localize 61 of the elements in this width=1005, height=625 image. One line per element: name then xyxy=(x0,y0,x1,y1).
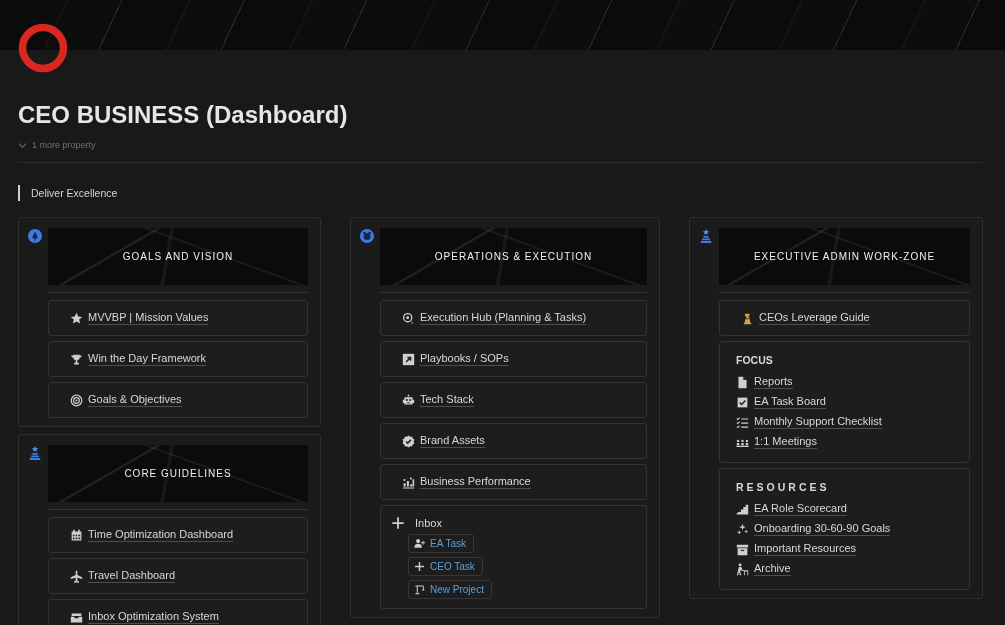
page-link[interactable]: EA Task Board xyxy=(754,395,826,409)
page-link[interactable]: MVVBP | Mission Values xyxy=(88,311,209,325)
page-link[interactable]: Important Resources xyxy=(754,542,857,556)
list-heading: RESOURCES xyxy=(736,481,831,494)
checkbox-icon xyxy=(736,395,749,409)
tree-emblem-icon xyxy=(28,229,42,243)
sparkles-icon xyxy=(736,522,749,536)
page-link[interactable]: CEOs Leverage Guide xyxy=(759,311,870,325)
new-item-button[interactable]: EA Task xyxy=(408,534,474,553)
page-link[interactable]: Playbooks / SOPs xyxy=(420,352,509,366)
star-icon xyxy=(70,311,83,325)
inbox-tray-icon xyxy=(70,610,83,624)
page-title: CEO BUSINESS (Dashboard) xyxy=(18,100,348,130)
page-link[interactable]: Archive xyxy=(754,562,791,576)
bar-chart-icon xyxy=(402,475,415,489)
person-walker-icon xyxy=(736,562,749,576)
new-item-button[interactable]: CEO Task xyxy=(408,557,483,576)
target-cycle-icon xyxy=(402,311,415,325)
page-link[interactable]: Reports xyxy=(754,375,793,389)
trophy-icon xyxy=(70,352,83,366)
pyramid-star-icon xyxy=(28,446,42,460)
airplane-icon xyxy=(70,569,83,583)
section-banner: CORE GUIDELINES xyxy=(48,445,308,502)
page-link[interactable]: Onboarding 30-60-90 Goals xyxy=(754,522,891,536)
pyramid-star-icon xyxy=(699,229,713,243)
chess-piece-icon xyxy=(741,311,754,325)
page-link[interactable]: Execution Hub (Planning & Tasks) xyxy=(420,311,587,325)
page-link[interactable]: Monthly Support Checklist xyxy=(754,415,882,429)
new-item-button[interactable]: New Project xyxy=(408,580,492,599)
checklist-icon xyxy=(736,415,749,429)
page-link[interactable]: Inbox Optimization System xyxy=(88,610,219,624)
add-person-icon xyxy=(414,538,425,549)
bear-emblem-icon xyxy=(360,229,374,243)
document-icon xyxy=(736,375,749,389)
target-icon xyxy=(70,393,83,407)
section-banner: GOALS AND VISION xyxy=(48,228,308,285)
archive-box-icon xyxy=(736,542,749,556)
page-link[interactable]: Business Performance xyxy=(420,475,531,489)
page-link[interactable]: Tech Stack xyxy=(420,393,474,407)
page-link[interactable]: Brand Assets xyxy=(420,434,485,448)
page-link[interactable]: EA Role Scorecard xyxy=(754,502,847,516)
calendar-icon xyxy=(70,528,83,542)
plus-icon xyxy=(391,516,405,530)
page-link[interactable]: Time Optimization Dashboard xyxy=(88,528,234,542)
ring-logo-icon xyxy=(18,23,68,73)
arrow-square-icon xyxy=(402,352,415,366)
plus-icon xyxy=(414,561,425,572)
chevron-down-icon xyxy=(18,140,27,150)
stairs-icon xyxy=(736,502,749,516)
robot-icon xyxy=(402,393,415,407)
section-banner: EXECUTIVE ADMIN WORK-ZONE xyxy=(719,228,970,285)
block-heading: Inbox xyxy=(415,517,442,529)
badge-check-icon xyxy=(402,434,415,448)
page-link[interactable]: 1:1 Meetings xyxy=(754,435,817,449)
page-link[interactable]: Win the Day Framework xyxy=(88,352,206,366)
list-heading: FOCUS xyxy=(736,354,774,367)
property-toggle[interactable]: 1 more property xyxy=(32,140,96,150)
quote-text: Deliver Excellence xyxy=(18,185,983,201)
page-link[interactable]: Goals & Objectives xyxy=(88,393,182,407)
page-link[interactable]: Travel Dashboard xyxy=(88,569,176,583)
section-banner: OPERATIONS & EXECUTION xyxy=(380,228,647,285)
